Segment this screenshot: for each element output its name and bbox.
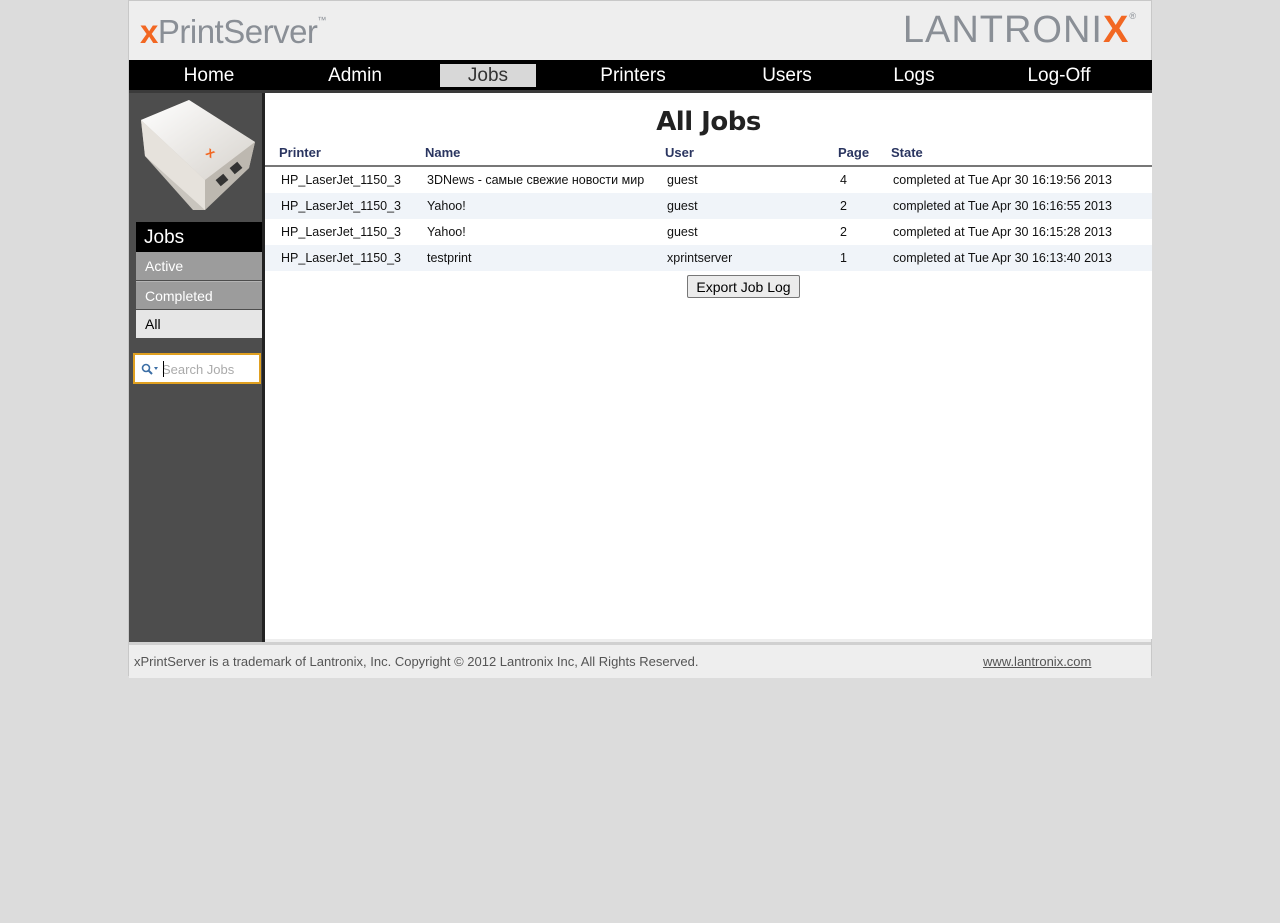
table-row[interactable]: HP_LaserJet_1150_3 Yahoo! guest 2 comple…: [265, 219, 1152, 245]
cell-printer: HP_LaserJet_1150_3: [281, 199, 401, 213]
logo-x-letter: x: [140, 13, 158, 50]
sidebar-item-all[interactable]: All: [136, 310, 262, 338]
header: xPrintServer™ LANTRONIX®: [129, 1, 1151, 60]
footer: xPrintServer is a trademark of Lantronix…: [129, 642, 1151, 678]
registered-symbol: ®: [1129, 11, 1137, 21]
page-title: All Jobs: [656, 107, 761, 137]
cell-state: completed at Tue Apr 30 16:16:55 2013: [893, 199, 1112, 213]
cell-state: completed at Tue Apr 30 16:15:28 2013: [893, 225, 1112, 239]
cell-name: testprint: [427, 251, 472, 265]
cell-printer: HP_LaserJet_1150_3: [281, 173, 401, 187]
cell-printer: HP_LaserJet_1150_3: [281, 251, 401, 265]
cell-user: xprintserver: [667, 251, 733, 265]
nav-printers[interactable]: Printers: [587, 64, 679, 87]
cell-user: guest: [667, 173, 698, 187]
cell-state: completed at Tue Apr 30 16:19:56 2013: [893, 173, 1112, 187]
cell-name: Yahoo!: [427, 199, 466, 213]
cell-page: 2: [840, 225, 847, 239]
device-image: x: [141, 100, 255, 210]
nav-log-off[interactable]: Log-Off: [1014, 64, 1104, 87]
main-content: All Jobs Printer Name User Page State HP…: [265, 93, 1152, 639]
cell-state: completed at Tue Apr 30 16:13:40 2013: [893, 251, 1112, 265]
cell-page: 4: [840, 173, 847, 187]
text-cursor: [163, 361, 164, 377]
sidebar-item-completed[interactable]: Completed: [136, 281, 262, 309]
logo-text: PrintServer: [157, 13, 318, 50]
nav-home[interactable]: Home: [169, 64, 249, 87]
cell-page: 1: [840, 251, 847, 265]
cell-printer: HP_LaserJet_1150_3: [281, 225, 401, 239]
column-header-state[interactable]: State: [891, 145, 923, 160]
trademark-symbol: ™: [317, 15, 326, 25]
table-header: Printer Name User Page State: [265, 145, 1152, 167]
sidebar-item-active[interactable]: Active: [136, 252, 262, 280]
nav-admin[interactable]: Admin: [315, 64, 395, 87]
lantronix-text: LANTRONI: [902, 9, 1103, 51]
column-header-printer[interactable]: Printer: [279, 145, 321, 160]
nav-jobs[interactable]: Jobs: [440, 64, 536, 87]
nav-users[interactable]: Users: [747, 64, 827, 87]
lantronix-x-letter: X: [1103, 9, 1130, 51]
cell-user: guest: [667, 199, 698, 213]
table-row[interactable]: HP_LaserJet_1150_3 3DNews - самые свежие…: [265, 167, 1152, 193]
search-icon[interactable]: [141, 363, 159, 375]
export-job-log-button[interactable]: Export Job Log: [687, 275, 800, 298]
lantronix-logo: LANTRONIX®: [903, 9, 1137, 52]
sidebar: x Jobs Active Completed All: [129, 93, 265, 642]
table-row[interactable]: HP_LaserJet_1150_3 Yahoo! guest 2 comple…: [265, 193, 1152, 219]
table-row[interactable]: HP_LaserJet_1150_3 testprint xprintserve…: [265, 245, 1152, 271]
xprintserver-logo: xPrintServer™: [140, 13, 326, 51]
search-box: [133, 353, 261, 384]
main-nav: Home Admin Jobs Printers Users Logs Log-…: [129, 60, 1152, 93]
sidebar-heading: Jobs: [136, 222, 262, 252]
column-header-name[interactable]: Name: [425, 145, 460, 160]
cell-name: Yahoo!: [427, 225, 466, 239]
cell-user: guest: [667, 225, 698, 239]
lantronix-link[interactable]: www.lantronix.com: [983, 654, 1091, 669]
app-frame: xPrintServer™ LANTRONIX® Home Admin Jobs…: [128, 0, 1152, 678]
cell-page: 2: [840, 199, 847, 213]
search-input[interactable]: [162, 359, 256, 379]
nav-logs[interactable]: Logs: [879, 64, 949, 87]
cell-name: 3DNews - самые свежие новости мир: [427, 173, 645, 187]
column-header-user[interactable]: User: [665, 145, 694, 160]
column-header-page[interactable]: Page: [838, 145, 869, 160]
copyright-text: xPrintServer is a trademark of Lantronix…: [134, 654, 699, 669]
